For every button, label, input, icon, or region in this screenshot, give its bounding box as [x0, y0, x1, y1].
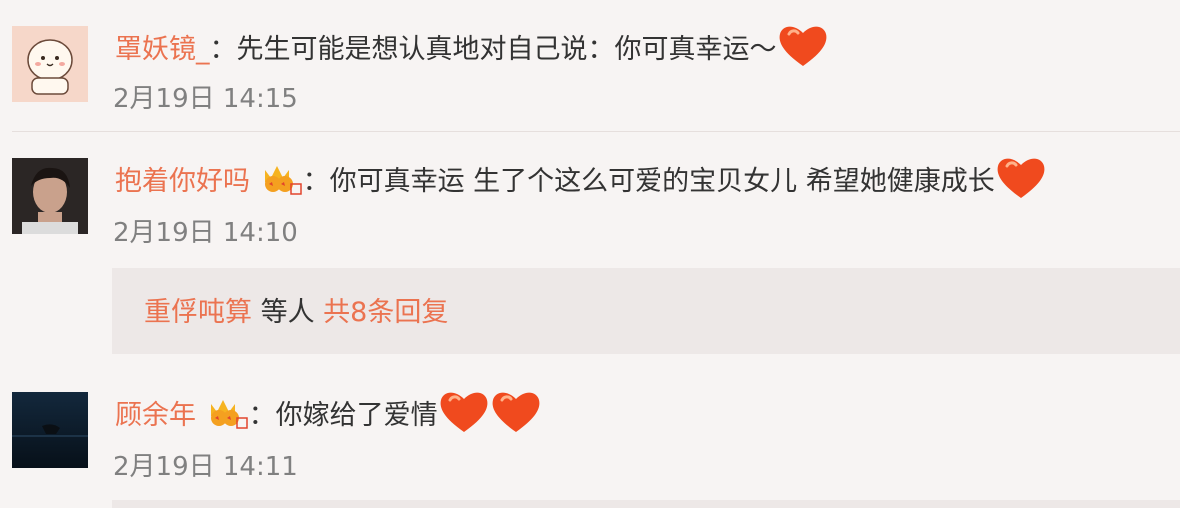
- comment-time: 2月19日 14:10: [113, 218, 298, 248]
- divider: [12, 131, 1180, 132]
- comment-username[interactable]: 罩妖镜_: [115, 34, 210, 65]
- crown-vip-icon[interactable]: [259, 158, 303, 198]
- reply-username[interactable]: 重俘吨算: [144, 297, 252, 328]
- heart-emoji-icon: [440, 392, 488, 432]
- comment-line: 抱着你好吗 ：你可真幸运 生了个这么可爱的宝贝女儿 希望她健康成长: [115, 154, 1047, 202]
- comment-time: 2月19日 14:11: [113, 452, 298, 482]
- comment-line: 罩妖镜_：先生可能是想认真地对自己说：你可真幸运～: [115, 22, 829, 70]
- comment-text: ：先生可能是想认真地对自己说：你可真幸运～: [209, 34, 777, 65]
- comment-text: ：你嫁给了爱情: [248, 400, 438, 431]
- reply-summary-box[interactable]: 重俘吨算 等人 共8条回复: [112, 268, 1180, 354]
- avatar[interactable]: [12, 392, 88, 468]
- reply-summary-line: 重俘吨算 等人 共8条回复: [144, 290, 448, 329]
- crown-vip-icon[interactable]: [205, 392, 249, 432]
- reply-middle-text: 等人: [252, 297, 324, 328]
- avatar[interactable]: [12, 26, 88, 102]
- comment-time: 2月19日 14:15: [113, 84, 298, 114]
- reply-summary-box-partial: [112, 500, 1180, 508]
- heart-emoji-icon: [997, 158, 1045, 198]
- avatar[interactable]: [12, 158, 88, 234]
- comment-username[interactable]: 抱着你好吗: [115, 166, 250, 197]
- comment-line: 顾余年 ：你嫁给了爱情: [115, 388, 542, 436]
- heart-emoji-icon: [779, 26, 826, 66]
- heart-emoji-icon: [492, 392, 540, 432]
- reply-count-link[interactable]: 共8条回复: [323, 297, 448, 328]
- comment-username[interactable]: 顾余年: [115, 400, 196, 431]
- comment-text: ：你可真幸运 生了个这么可爱的宝贝女儿 希望她健康成长: [302, 166, 995, 197]
